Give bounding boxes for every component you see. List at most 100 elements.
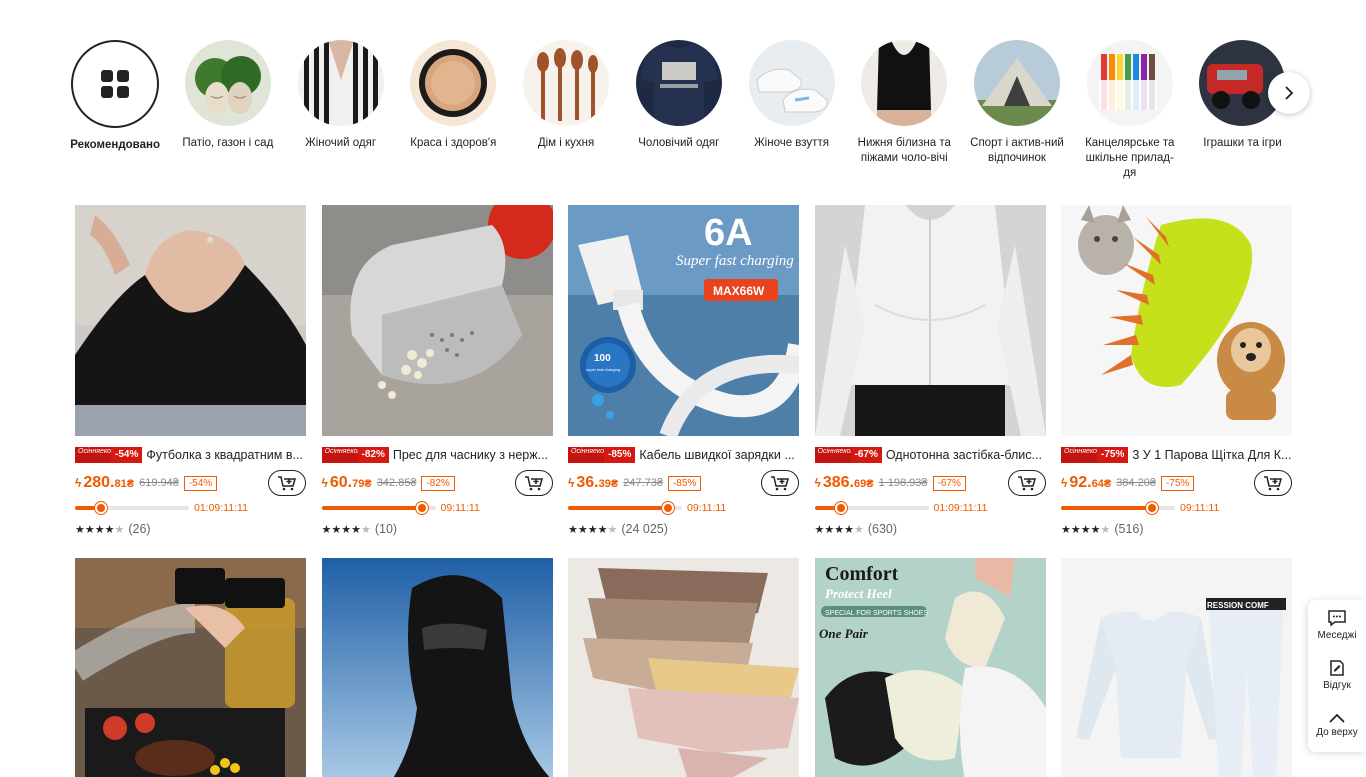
category-label: Краса і здоров'я <box>410 137 497 149</box>
feedback-label: Відгук <box>1323 680 1351 691</box>
category-image <box>184 40 271 126</box>
product-image[interactable] <box>568 558 799 777</box>
add-to-cart-button[interactable] <box>268 470 306 496</box>
sale-progress-bar <box>814 502 929 514</box>
lightning-icon: ϟ <box>568 476 575 490</box>
svg-text:Comfort: Comfort <box>825 563 899 585</box>
product-image[interactable] <box>321 205 553 436</box>
lightning-icon: ϟ <box>1061 476 1068 490</box>
svg-text:super fast charging: super fast charging <box>586 367 620 372</box>
product-card[interactable]: Осінняекономія-82% Прес для часнику з не… <box>321 205 553 536</box>
sale-tag: Осінняекономія-85% <box>568 447 636 463</box>
timer-line: 09:11:11 <box>568 502 799 514</box>
discount-badge: -82% <box>421 475 455 491</box>
back-to-top-button[interactable]: До верху <box>1308 700 1366 750</box>
product-card[interactable] <box>568 558 799 777</box>
sale-progress-bar <box>568 502 682 514</box>
category-label: Нижня білизна та піжами чоло-вічі <box>857 137 951 164</box>
category-womens-clothing[interactable]: Жіночий одяг <box>289 40 391 190</box>
rating-line: ★★★★★ (516) <box>1061 522 1292 536</box>
product-card[interactable]: Comfort Protect Heel SPECIAL FOR SPORTS … <box>814 558 1046 777</box>
add-to-cart-button[interactable] <box>1007 470 1046 496</box>
product-card[interactable] <box>75 558 306 777</box>
category-label: Чоловічий одяг <box>638 137 720 149</box>
page: Рекомендовано Патіо, газон і сад Жіночий… <box>0 0 1366 777</box>
product-card[interactable]: Осінняекономія-67% Однотонна застібка-бл… <box>814 205 1046 536</box>
product-title-line: Осінняекономія-54% Футболка з квадратним… <box>75 446 306 464</box>
category-underwear[interactable]: Нижня білизна та піжами чоло-вічі <box>853 40 955 190</box>
timer-line: 09:11:11 <box>1061 502 1292 514</box>
category-beauty[interactable]: Краса і здоров'я <box>402 40 504 190</box>
product-title[interactable]: Кабель швидкої зарядки ... <box>639 448 794 462</box>
rating-line: ★★★★★ (26) <box>75 522 306 536</box>
review-count: (26) <box>128 522 151 536</box>
rating-line: ★★★★★ (24 025) <box>568 522 799 536</box>
old-price: 1 198.93₴ <box>878 477 928 489</box>
product-image[interactable] <box>75 205 306 436</box>
product-image[interactable] <box>75 558 306 777</box>
category-image <box>861 40 948 126</box>
category-toys[interactable]: Іграшки та ігри <box>1191 40 1293 190</box>
product-title[interactable]: Футболка з квадратним в... <box>146 448 303 462</box>
old-price: 342.85₴ <box>376 477 417 489</box>
cart-plus-icon <box>1264 476 1282 491</box>
category-image <box>523 40 610 126</box>
category-patio[interactable]: Патіо, газон і сад <box>177 40 279 190</box>
messages-button[interactable]: Меседжі <box>1308 600 1366 650</box>
timer-line: 01:09:11:11 <box>814 502 1046 514</box>
product-price: 36.39₴ <box>576 474 619 491</box>
product-card[interactable]: Осінняекономія-75% 3 У 1 Парова Щітка Дл… <box>1061 205 1292 536</box>
add-to-cart-button[interactable] <box>1254 470 1292 496</box>
product-price: 60.79₴ <box>329 474 372 491</box>
product-title[interactable]: Прес для часнику з нерж... <box>393 448 548 462</box>
cable-sub-text: Super fast charging <box>676 253 794 269</box>
product-title[interactable]: Однотонна застібка-блис... <box>886 448 1042 462</box>
chevron-right-icon <box>1285 86 1294 100</box>
review-count: (516) <box>1114 522 1144 536</box>
feedback-button[interactable]: Відгук <box>1308 650 1366 700</box>
product-title[interactable]: 3 У 1 Парова Щітка Для К... <box>1132 448 1291 462</box>
category-image <box>71 40 160 128</box>
category-label: Рекомендовано <box>70 139 160 151</box>
category-label: Іграшки та ігри <box>1203 137 1282 149</box>
category-sport[interactable]: Спорт і актив-ний відпочинок <box>966 40 1068 190</box>
category-mens-clothing[interactable]: Чоловічий одяг <box>628 40 730 190</box>
price-line: ϟ 386.69₴ 1 198.93₴ -67% <box>815 470 1046 496</box>
cart-plus-icon <box>771 476 789 491</box>
product-title-line: Осінняекономія-75% 3 У 1 Парова Щітка Дл… <box>1061 446 1292 464</box>
grid-icon <box>101 70 130 98</box>
countdown-timer: 01:09:11:11 <box>933 502 988 514</box>
product-card[interactable]: RESSION COMF <box>1061 558 1292 777</box>
product-row: Comfort Protect Heel SPECIAL FOR SPORTS … <box>75 558 1292 777</box>
product-image[interactable] <box>1061 205 1292 436</box>
star-rating: ★★★★★ <box>321 523 371 536</box>
product-card[interactable] <box>321 558 553 777</box>
product-image[interactable] <box>321 558 553 777</box>
category-womens-shoes[interactable]: Жіноче взуття <box>740 40 842 190</box>
add-to-cart-button[interactable] <box>514 470 553 496</box>
category-image <box>410 40 497 126</box>
category-label: Канцелярське та шкільне прилад-дя <box>1085 137 1175 179</box>
lightning-icon: ϟ <box>75 476 82 490</box>
timer-line: 01:09:11:11 <box>75 502 306 514</box>
product-image[interactable]: RESSION COMF <box>1061 558 1292 777</box>
categories-next-button[interactable] <box>1268 72 1310 114</box>
category-label: Дім і кухня <box>537 137 595 149</box>
category-image <box>1086 40 1173 126</box>
product-card[interactable]: 6A Super fast charging MAX66W 100 super … <box>568 205 799 536</box>
price-line: ϟ 36.39₴ 247.73₴ -85% <box>568 470 799 496</box>
sale-tag: Осінняекономія-54% <box>75 447 143 463</box>
category-recommended[interactable]: Рекомендовано <box>64 40 166 190</box>
product-image[interactable] <box>814 205 1046 436</box>
review-count: (24 025) <box>621 522 668 536</box>
price-line: ϟ 92.64₴ 384.20₴ -75% <box>1061 470 1292 496</box>
product-price: 92.64₴ <box>1069 474 1112 491</box>
star-rating: ★★★★★ <box>1061 523 1111 536</box>
product-card[interactable]: Осінняекономія-54% Футболка з квадратним… <box>75 205 306 536</box>
category-label: Жіноче взуття <box>754 137 829 149</box>
product-image[interactable]: Comfort Protect Heel SPECIAL FOR SPORTS … <box>814 558 1046 777</box>
category-home-kitchen[interactable]: Дім і кухня <box>515 40 617 190</box>
product-image[interactable]: 6A Super fast charging MAX66W 100 super … <box>568 205 799 436</box>
category-stationery[interactable]: Канцелярське та шкільне прилад-дя <box>1079 40 1181 190</box>
add-to-cart-button[interactable] <box>761 470 799 496</box>
